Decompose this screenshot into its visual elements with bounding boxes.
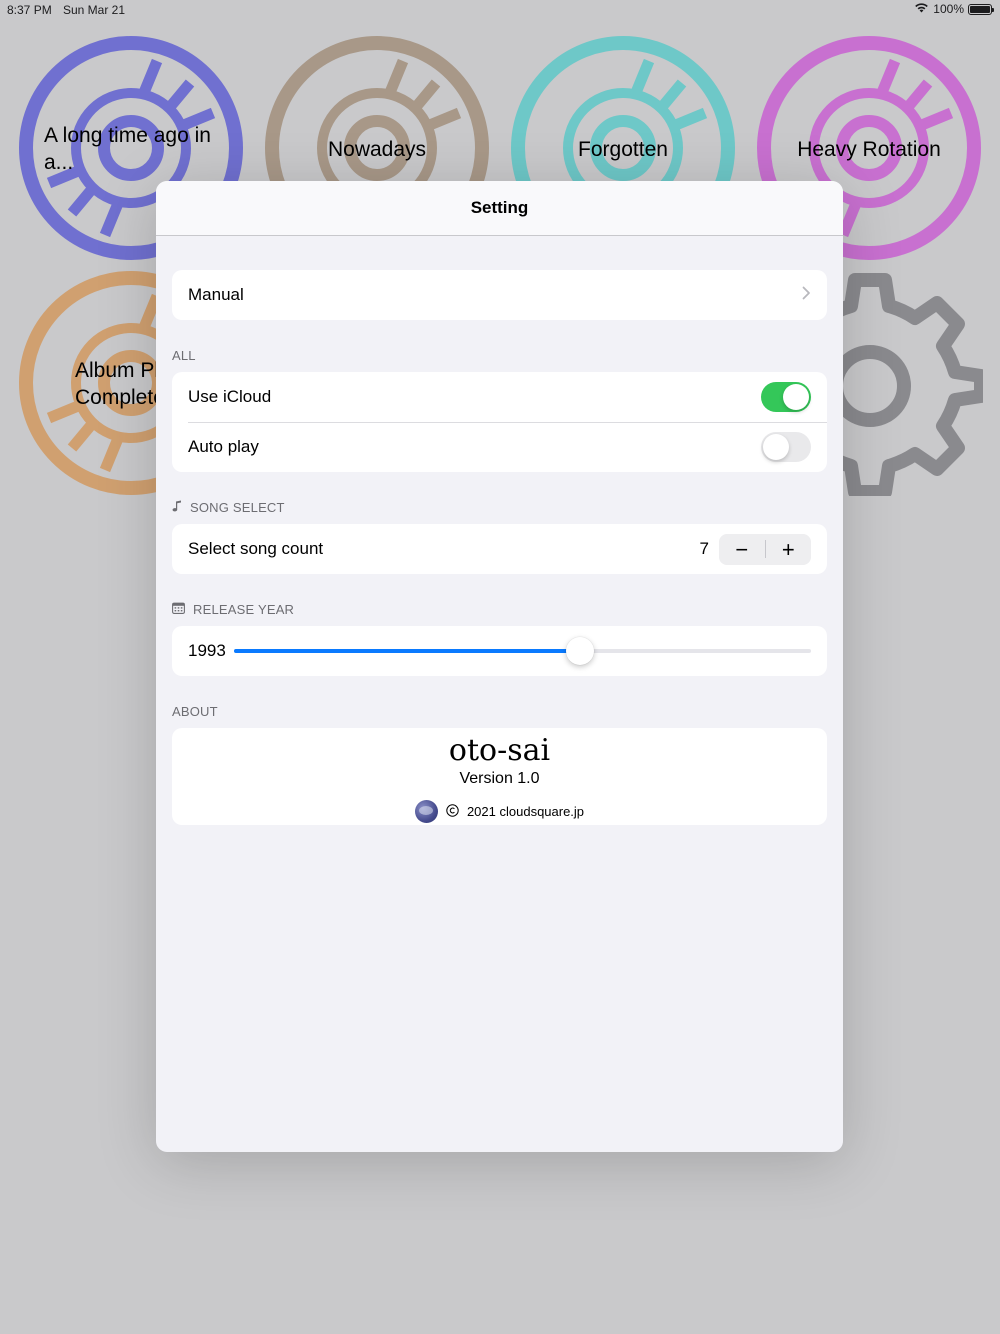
section-about-label: ABOUT — [172, 704, 218, 719]
release-year-value: 1993 — [188, 641, 226, 660]
music-note-icon — [172, 500, 182, 515]
auto-play-row: Auto play — [172, 422, 827, 472]
globe-icon — [414, 800, 438, 823]
copyright-line: 2021 cloudsquare.jp — [172, 800, 827, 823]
app-name: oto-sai — [448, 733, 551, 768]
release-year-slider[interactable] — [234, 637, 811, 665]
auto-play-toggle[interactable] — [761, 432, 811, 462]
calendar-icon — [172, 602, 185, 617]
copyright-text: 2021 cloudsquare.jp — [466, 804, 585, 819]
use-icloud-row: Use iCloud — [172, 372, 827, 422]
copyright-icon — [446, 803, 459, 820]
status-indicators: 100% — [914, 2, 994, 16]
disc-label: A long time ago in a... — [44, 124, 211, 174]
slider-thumb[interactable] — [566, 637, 595, 665]
auto-play-label: Auto play — [188, 437, 259, 456]
disc-label: Forgotten — [578, 138, 668, 161]
song-count-label: Select song count — [188, 539, 324, 558]
use-icloud-toggle[interactable] — [761, 382, 811, 412]
disc-label: Nowadays — [327, 138, 427, 161]
manual-label: Manual — [188, 285, 244, 304]
about-group: oto-sai Version 1.0 2021 cloudsquare.jp — [172, 728, 827, 825]
section-header-song-select: SONG SELECT — [172, 500, 285, 515]
section-header-release-year: RELEASE YEAR — [172, 602, 294, 617]
disc-label: Heavy Rotation — [797, 138, 941, 161]
sheet-header: Setting — [156, 181, 843, 236]
manual-group: Manual — [172, 270, 827, 320]
song-count-row: Select song count 7 − + — [172, 524, 827, 574]
decrement-button[interactable]: − — [719, 534, 765, 565]
release-year-group: 1993 — [172, 626, 827, 676]
release-year-row: 1993 — [172, 626, 827, 676]
section-header-about: ABOUT — [172, 704, 218, 719]
song-select-group: Select song count 7 − + — [172, 524, 827, 574]
settings-sheet: Setting Manual ALL Use iCloud Auto play … — [156, 181, 843, 1152]
app-version: Version 1.0 — [459, 770, 540, 787]
section-all-label: ALL — [172, 348, 196, 363]
battery-percent: 100% — [933, 2, 964, 16]
slider-fill — [234, 649, 581, 653]
battery-icon — [968, 3, 994, 15]
status-time: 8:37 PM — [7, 3, 52, 17]
song-count-value: 7 — [699, 539, 709, 558]
increment-button[interactable]: + — [766, 534, 812, 565]
manual-row[interactable]: Manual — [172, 270, 827, 320]
wifi-icon — [914, 2, 929, 16]
song-count-stepper: − + — [719, 533, 812, 565]
status-date: Sun Mar 21 — [63, 3, 126, 17]
section-release-year-label: RELEASE YEAR — [193, 602, 295, 617]
chevron-right-icon — [802, 286, 811, 305]
section-song-select-label: SONG SELECT — [190, 500, 285, 515]
sheet-title: Setting — [470, 198, 529, 217]
all-group: Use iCloud Auto play — [172, 372, 827, 472]
section-header-all: ALL — [172, 348, 196, 363]
status-bar: 8:37 PM Sun Mar 21 100% — [0, 0, 1000, 20]
use-icloud-label: Use iCloud — [188, 387, 272, 406]
